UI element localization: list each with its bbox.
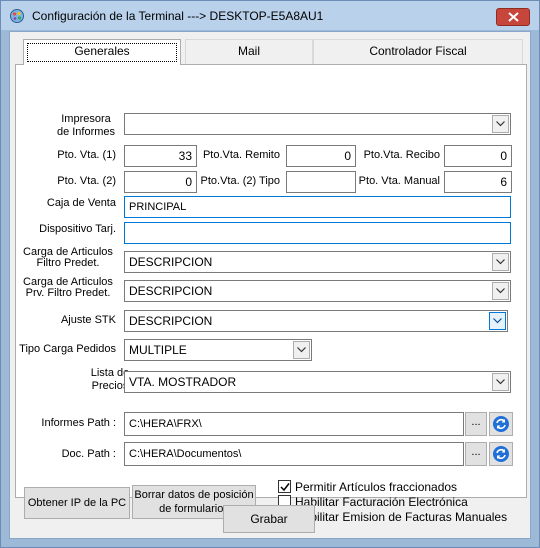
habilitar-facturacion-electronica-label: Habilitar Facturación Electrónica xyxy=(295,495,468,509)
permitir-fraccionados-checkbox[interactable]: Permitir Artículos fraccionados xyxy=(278,480,518,494)
chevron-down-icon xyxy=(496,288,505,294)
tab-panel-generales: Impresora de Informes Pto. Vta. (1) 33 P… xyxy=(15,64,527,524)
pto-vta-recibo-label: Pto.Vta. Recibo xyxy=(363,149,440,161)
chevron-down-icon xyxy=(493,318,502,324)
caja-venta-label: Caja de Venta xyxy=(46,197,116,209)
dispositivo-tarj-field[interactable] xyxy=(124,222,511,244)
tab-generales[interactable]: Generales xyxy=(23,39,181,65)
grabar-button[interactable]: Grabar xyxy=(223,505,315,533)
chevron-down-icon xyxy=(496,121,505,127)
carga-articulos-prv-select[interactable]: DESCRIPCION xyxy=(124,280,511,302)
tipo-carga-pedidos-select[interactable]: MULTIPLE xyxy=(124,339,312,361)
pto-vta-2-tipo-label: Pto.Vta. (2) Tipo xyxy=(200,175,280,187)
client-area: Generales Mail Controlador Fiscal Impres… xyxy=(9,31,531,539)
pto-vta-remito-label: Pto.Vta. Remito xyxy=(202,149,280,161)
tab-controlador-fiscal[interactable]: Controlador Fiscal xyxy=(313,39,523,64)
carga-articulos-select[interactable]: DESCRIPCION xyxy=(124,251,511,273)
config-window: Configuración de la Terminal ---> DESKTO… xyxy=(0,0,540,548)
pto-vta-manual-field[interactable]: 6 xyxy=(444,171,512,193)
lista-precios-select[interactable]: VTA. MOSTRADOR xyxy=(124,371,511,393)
tipo-carga-dropdown-button[interactable] xyxy=(293,341,310,359)
informes-path-browse-button[interactable]: ... xyxy=(465,412,487,436)
doc-path-label: Doc. Path : xyxy=(61,448,116,460)
carga-articulos-label: Carga de Articulos Filtro Predet. xyxy=(23,246,113,269)
pto-vta-2-field[interactable]: 0 xyxy=(124,171,197,193)
pto-vta-recibo-field[interactable]: 0 xyxy=(444,145,512,167)
pto-vta-1-label: Pto. Vta. (1) xyxy=(57,149,116,161)
ajuste-stk-dropdown-button[interactable] xyxy=(489,312,506,330)
impresora-dropdown-button[interactable] xyxy=(492,115,509,133)
doc-path-field[interactable]: C:\HERA\Documentos\ xyxy=(124,442,464,466)
close-icon xyxy=(508,12,519,22)
lista-precios-dropdown-button[interactable] xyxy=(492,373,509,391)
tab-controlador-fiscal-label: Controlador Fiscal xyxy=(369,44,467,58)
chevron-down-icon xyxy=(297,347,306,353)
tab-mail[interactable]: Mail xyxy=(185,39,313,64)
pto-vta-manual-label: Pto. Vta. Manual xyxy=(358,175,440,187)
impresora-select[interactable] xyxy=(124,113,511,135)
caja-venta-field[interactable]: PRINCIPAL xyxy=(124,196,511,218)
pto-vta-remito-field[interactable]: 0 xyxy=(286,145,356,167)
impresora-label: Impresora de Informes xyxy=(56,113,116,138)
chevron-down-icon xyxy=(496,379,505,385)
pto-vta-2-tipo-field[interactable] xyxy=(286,171,356,193)
app-icon xyxy=(9,8,25,24)
close-button[interactable] xyxy=(496,8,530,26)
pto-vta-2-label: Pto. Vta. (2) xyxy=(57,175,116,187)
tipo-carga-pedidos-label: Tipo Carga Pedidos xyxy=(19,343,116,355)
dispositivo-tarj-label: Dispositivo Tarj. xyxy=(39,223,116,235)
informes-path-label: Informes Path : xyxy=(41,417,116,429)
check-icon xyxy=(280,483,290,492)
carga-articulos-dropdown-button[interactable] xyxy=(492,253,509,271)
ajuste-stk-select[interactable]: DESCRIPCION xyxy=(124,310,508,332)
informes-path-refresh-button[interactable] xyxy=(489,412,513,436)
pto-vta-1-field[interactable]: 33 xyxy=(124,145,197,167)
refresh-icon xyxy=(493,416,509,432)
carga-articulos-prv-label: Carga de Articulos Prv. Filtro Predet. xyxy=(23,276,113,299)
tab-mail-label: Mail xyxy=(237,44,260,58)
title-bar[interactable]: Configuración de la Terminal ---> DESKTO… xyxy=(1,1,539,30)
carga-articulos-prv-dropdown-button[interactable] xyxy=(492,282,509,300)
permitir-fraccionados-label: Permitir Artículos fraccionados xyxy=(295,480,458,494)
refresh-icon xyxy=(493,446,509,462)
window-title: Configuración de la Terminal ---> DESKTO… xyxy=(32,9,324,23)
ajuste-stk-label: Ajuste STK xyxy=(60,314,116,326)
doc-path-browse-button[interactable]: ... xyxy=(465,442,487,466)
informes-path-field[interactable]: C:\HERA\FRX\ xyxy=(124,412,464,436)
habilitar-facturas-manuales-label: Habilitar Emision de Facturas Manuales xyxy=(295,510,508,524)
obtener-ip-button[interactable]: Obtener IP de la PC xyxy=(24,487,130,519)
doc-path-refresh-button[interactable] xyxy=(489,442,513,466)
chevron-down-icon xyxy=(496,259,505,265)
